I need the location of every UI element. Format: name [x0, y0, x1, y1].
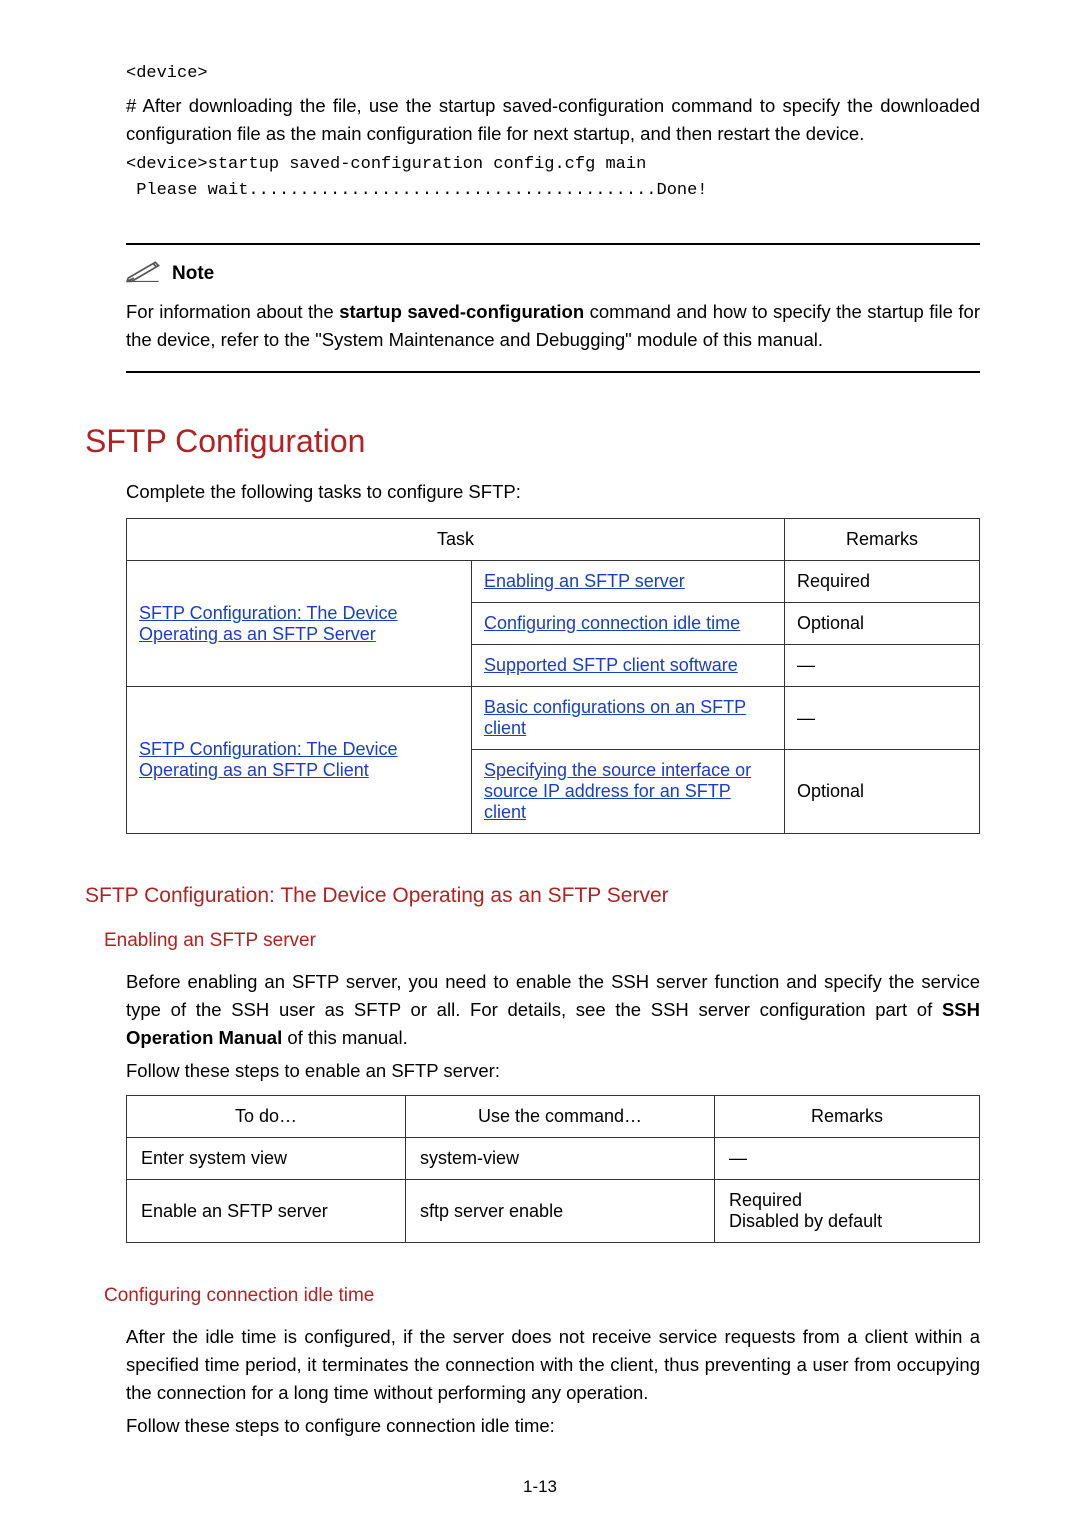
table-row: Enter system view system-view — — [127, 1138, 980, 1180]
table-header-row: To do… Use the command… Remarks — [127, 1096, 980, 1138]
heading-configuring-idle: Configuring connection idle time — [104, 1285, 980, 1307]
table-row: SFTP Configuration: The Device Operating… — [127, 687, 980, 750]
cell-task: Enabling an SFTP server — [472, 561, 785, 603]
cell-remarks: — — [785, 687, 980, 750]
th-remarks: Remarks — [715, 1096, 980, 1138]
idle-paragraph-1: After the idle time is configured, if th… — [126, 1323, 980, 1406]
idle-paragraph-2: Follow these steps to configure connecti… — [126, 1412, 980, 1440]
note-body-bold1: startup saved-configuration — [339, 301, 584, 322]
paragraph-after-download: # After downloading the file, use the st… — [126, 92, 980, 148]
link-server-group[interactable]: SFTP Configuration: The Device Operating… — [139, 603, 397, 644]
cell-server-group: SFTP Configuration: The Device Operating… — [127, 561, 472, 687]
note-header: Note — [126, 255, 980, 288]
code-line-device: <device> — [126, 62, 980, 86]
table-row: SFTP Configuration: The Device Operating… — [127, 561, 980, 603]
cell-task: Configuring connection idle time — [472, 603, 785, 645]
cell-remarks: Optional — [785, 603, 980, 645]
enable-paragraph-2: Follow these steps to enable an SFTP ser… — [126, 1057, 980, 1085]
th-use-command: Use the command… — [406, 1096, 715, 1138]
code-line-done: Please wait.............................… — [126, 179, 980, 203]
code-line-startup: <device>startup saved-configuration conf… — [126, 153, 980, 177]
cell-client-group: SFTP Configuration: The Device Operating… — [127, 687, 472, 834]
link-configuring-idle[interactable]: Configuring connection idle time — [484, 613, 740, 633]
cell-remarks: Required — [785, 561, 980, 603]
note-divider-bottom — [126, 371, 980, 373]
cell-remarks-line1: Required — [729, 1190, 965, 1211]
enable-para-1c: of this manual. — [282, 1027, 407, 1048]
cell-remarks: — — [785, 645, 980, 687]
cell-remarks: Optional — [785, 750, 980, 834]
note-pencil-icon — [126, 255, 162, 288]
command-table: To do… Use the command… Remarks Enter sy… — [126, 1095, 980, 1243]
heading-enabling-sftp: Enabling an SFTP server — [104, 930, 980, 952]
th-remarks: Remarks — [785, 519, 980, 561]
cell-todo: Enter system view — [127, 1138, 406, 1180]
note-label: Note — [172, 260, 214, 288]
enable-para-1a: Before enabling an SFTP server, you need… — [126, 971, 980, 1020]
cell-remarks-line2: Disabled by default — [729, 1211, 965, 1232]
note-divider-top — [126, 243, 980, 245]
link-basic-client[interactable]: Basic configurations on an SFTP client — [484, 697, 746, 738]
cell-task: Supported SFTP client software — [472, 645, 785, 687]
page-container: <device> # After downloading the file, u… — [0, 0, 1080, 1527]
note-body-part1: For information about the — [126, 301, 339, 322]
note-body: For information about the startup saved-… — [126, 298, 980, 354]
cell-command: system-view — [406, 1138, 715, 1180]
cell-task: Specifying the source interface or sourc… — [472, 750, 785, 834]
table-header-row: Task Remarks — [127, 519, 980, 561]
task-table: Task Remarks SFTP Configuration: The Dev… — [126, 518, 980, 834]
intro-sftp: Complete the following tasks to configur… — [126, 478, 980, 506]
link-source-interface[interactable]: Specifying the source interface or sourc… — [484, 760, 751, 822]
heading-sftp-configuration: SFTP Configuration — [85, 423, 980, 460]
link-client-group[interactable]: SFTP Configuration: The Device Operating… — [139, 739, 397, 780]
cell-todo: Enable an SFTP server — [127, 1180, 406, 1243]
cell-command: sftp server enable — [406, 1180, 715, 1243]
cell-remarks: — — [715, 1138, 980, 1180]
heading-sftp-server: SFTP Configuration: The Device Operating… — [85, 884, 980, 908]
cell-remarks: Required Disabled by default — [715, 1180, 980, 1243]
table-row: Enable an SFTP server sftp server enable… — [127, 1180, 980, 1243]
th-todo: To do… — [127, 1096, 406, 1138]
enable-paragraph-1: Before enabling an SFTP server, you need… — [126, 968, 980, 1051]
link-enabling-sftp[interactable]: Enabling an SFTP server — [484, 571, 685, 591]
link-supported-client[interactable]: Supported SFTP client software — [484, 655, 738, 675]
cell-task: Basic configurations on an SFTP client — [472, 687, 785, 750]
page-number: 1-13 — [0, 1477, 1080, 1497]
th-task: Task — [127, 519, 785, 561]
